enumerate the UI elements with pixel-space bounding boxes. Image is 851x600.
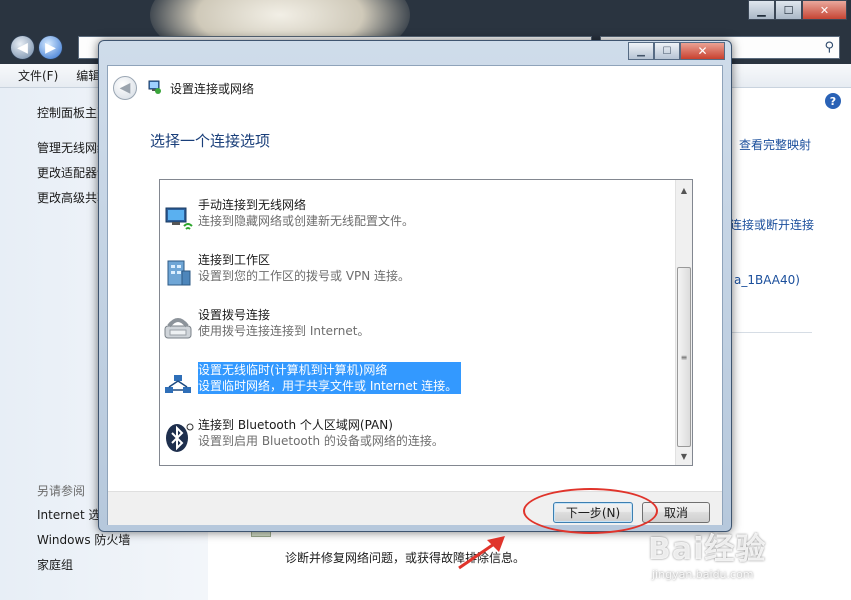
- option-description: 使用拨号连接连接到 Internet。: [198, 324, 370, 338]
- option-dialup[interactable]: 设置拨号连接 使用拨号连接连接到 Internet。: [160, 304, 676, 354]
- dialog-back-icon[interactable]: ◀: [113, 76, 137, 100]
- maximize-button[interactable]: ☐: [775, 0, 802, 20]
- workplace-building-icon: [167, 260, 191, 286]
- search-icon: ⚲: [824, 40, 834, 55]
- network-name-link[interactable]: a_1BAA40): [734, 273, 800, 287]
- menu-file[interactable]: 文件(F): [18, 67, 58, 84]
- option-title: 设置无线临时(计算机到计算机)网络: [198, 363, 388, 377]
- annotation-circle: [523, 488, 658, 534]
- back-arrow-icon[interactable]: ◀: [10, 35, 35, 60]
- option-description: 设置到启用 Bluetooth 的设备或网络的连接。: [198, 434, 444, 448]
- window-caption-controls: ▁ ☐ ✕: [748, 0, 847, 20]
- scroll-up-icon[interactable]: ▲: [676, 182, 692, 198]
- setup-connection-dialog: ▁ ☐ ✕ ◀ 设置连接或网络 选择一个连接选项 手动连接到无线网络 连接到隐藏…: [98, 40, 732, 532]
- dialog-close-button[interactable]: ✕: [680, 42, 725, 60]
- divider: [726, 332, 812, 333]
- dialog-caption-controls: ▁ ☐ ✕: [628, 42, 725, 60]
- dialog-heading: 选择一个连接选项: [150, 132, 271, 150]
- help-icon[interactable]: ?: [825, 93, 841, 109]
- option-description: 连接到隐藏网络或创建新无线配置文件。: [198, 214, 415, 228]
- wireless-computer-icon: [165, 207, 193, 230]
- option-title: 连接到工作区: [198, 253, 271, 267]
- dialog-header: ◀ 设置连接或网络: [108, 66, 722, 108]
- annotation-arrow-icon: [458, 536, 505, 570]
- close-button[interactable]: ✕: [802, 0, 847, 20]
- connection-options-list: 手动连接到无线网络 连接到隐藏网络或创建新无线配置文件。 连接到工作区 设置到您…: [159, 179, 693, 466]
- option-bluetooth-pan[interactable]: 连接到 Bluetooth 个人区域网(PAN) 设置到启用 Bluetooth…: [160, 414, 676, 464]
- option-description: 设置到您的工作区的拨号或 VPN 连接。: [198, 269, 411, 283]
- bluetooth-icon: [166, 423, 194, 452]
- option-description: 设置临时网络，用于共享文件或 Internet 连接。: [198, 379, 458, 393]
- option-manual-wireless[interactable]: 手动连接到无线网络 连接到隐藏网络或创建新无线配置文件。: [160, 194, 676, 244]
- scroll-thumb[interactable]: ≡: [677, 267, 691, 447]
- see-also-heading: 另请参阅: [37, 484, 86, 498]
- option-workplace[interactable]: 连接到工作区 设置到您的工作区的拨号或 VPN 连接。: [160, 249, 676, 299]
- baidu-jingyan-watermark: Bai经验 jingyan.baidu.com: [648, 524, 766, 581]
- minimize-button[interactable]: ▁: [748, 0, 775, 20]
- forward-arrow-icon[interactable]: ▶: [38, 35, 63, 60]
- dialog-maximize-button: ☐: [654, 42, 680, 60]
- adhoc-network-icon: [165, 375, 191, 393]
- network-setup-icon: [148, 80, 161, 94]
- option-adhoc-network[interactable]: 设置无线临时(计算机到计算机)网络 设置临时网络，用于共享文件或 Interne…: [160, 359, 676, 409]
- scroll-down-icon[interactable]: ▼: [676, 448, 692, 464]
- option-title: 手动连接到无线网络: [198, 198, 307, 212]
- see-also-homegroup[interactable]: 家庭组: [37, 556, 73, 573]
- dialog-content: ◀ 设置连接或网络 选择一个连接选项 手动连接到无线网络 连接到隐藏网络或创建新…: [107, 65, 723, 525]
- option-title: 连接到 Bluetooth 个人区域网(PAN): [198, 418, 393, 432]
- dialog-title: 设置连接或网络: [170, 82, 255, 96]
- dialog-minimize-button: ▁: [628, 42, 654, 60]
- watermark-url: jingyan.baidu.com: [652, 568, 754, 581]
- options-scrollbar[interactable]: ▲ ≡ ▼: [675, 180, 692, 465]
- watermark-logo: Bai经验: [648, 532, 767, 567]
- option-title: 设置拨号连接: [198, 308, 271, 322]
- connect-disconnect-link[interactable]: 连接或断开连接: [730, 216, 814, 233]
- view-full-map-link[interactable]: 查看完整映射: [739, 136, 811, 153]
- dialup-modem-icon: [164, 318, 192, 339]
- see-also-windows-firewall[interactable]: Windows 防火墙: [37, 531, 130, 548]
